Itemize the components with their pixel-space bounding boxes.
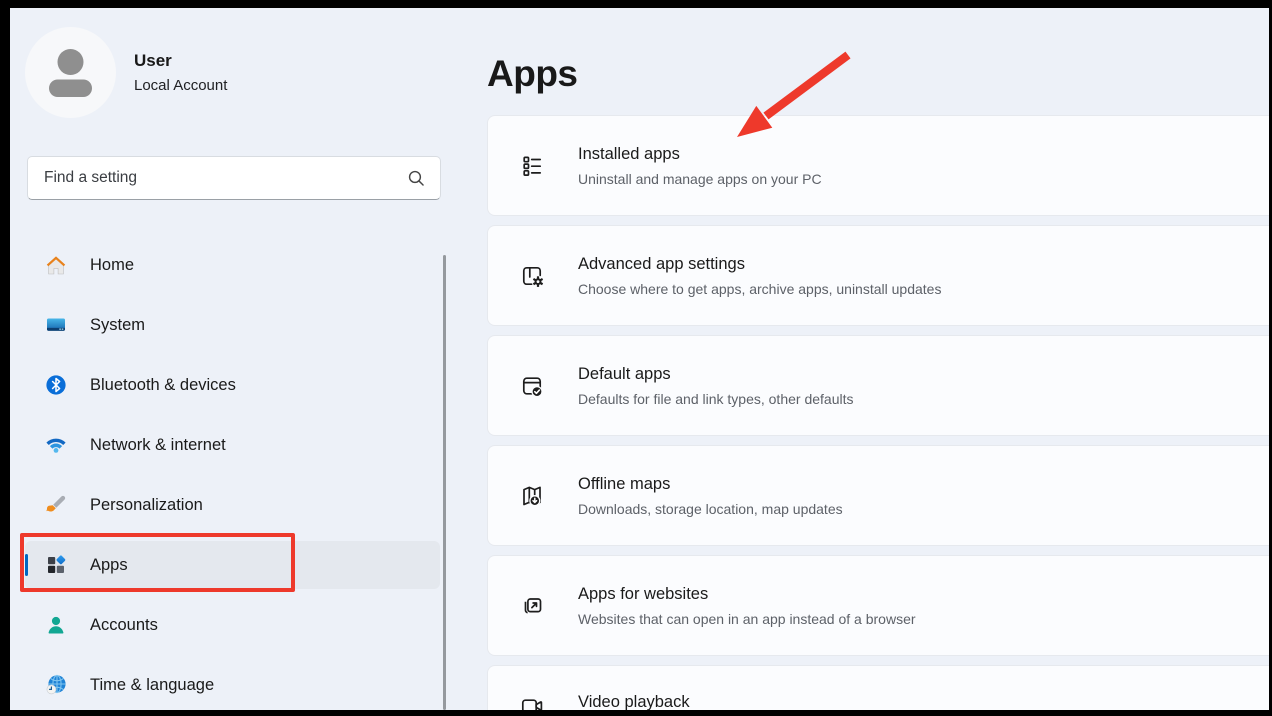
time-language-icon	[44, 673, 68, 697]
card-default-apps[interactable]: Default apps Defaults for file and link …	[487, 335, 1269, 436]
main-content: Apps Installed apps Uninstall and manag	[460, 8, 1269, 710]
sidebar-item-bluetooth-devices[interactable]: Bluetooth & devices	[25, 361, 440, 409]
wifi-icon	[44, 433, 68, 457]
card-title: Default apps	[578, 365, 853, 384]
user-profile: User Local Account	[25, 27, 227, 118]
card-subtitle: Uninstall and manage apps on your PC	[578, 171, 822, 187]
default-apps-icon	[518, 372, 546, 400]
apps-icon	[44, 553, 68, 577]
sidebar-nav: Home System	[25, 241, 440, 710]
sidebar-item-label: Bluetooth & devices	[90, 376, 236, 395]
card-installed-apps[interactable]: Installed apps Uninstall and manage apps…	[487, 115, 1269, 216]
sidebar: User Local Account Home	[10, 8, 460, 710]
sidebar-item-personalization[interactable]: Personalization	[25, 481, 440, 529]
installed-apps-icon	[518, 152, 546, 180]
sidebar-item-label: Accounts	[90, 616, 158, 635]
card-video-playback[interactable]: Video playback	[487, 665, 1269, 710]
card-offline-maps[interactable]: Offline maps Downloads, storage location…	[487, 445, 1269, 546]
home-icon	[44, 253, 68, 277]
search-box	[27, 156, 441, 200]
page-title: Apps	[487, 53, 578, 95]
card-advanced-app-settings[interactable]: Advanced app settings Choose where to ge…	[487, 225, 1269, 326]
settings-window: User Local Account Home	[10, 8, 1269, 710]
user-name: User	[134, 51, 227, 71]
avatar	[25, 27, 116, 118]
card-subtitle: Websites that can open in an app instead…	[578, 611, 916, 627]
account-type: Local Account	[134, 77, 227, 94]
sidebar-item-network-internet[interactable]: Network & internet	[25, 421, 440, 469]
card-subtitle: Defaults for file and link types, other …	[578, 391, 853, 407]
system-icon	[44, 313, 68, 337]
card-subtitle: Downloads, storage location, map updates	[578, 501, 843, 517]
card-title: Installed apps	[578, 145, 822, 164]
search-input[interactable]	[42, 168, 407, 188]
video-playback-icon	[518, 692, 546, 710]
offline-maps-icon	[518, 482, 546, 510]
sidebar-item-label: Home	[90, 256, 134, 275]
screenshot-frame: User Local Account Home	[0, 0, 1272, 716]
sidebar-item-label: Time & language	[90, 676, 214, 695]
sidebar-item-label: System	[90, 316, 145, 335]
card-title: Apps for websites	[578, 585, 916, 604]
search-icon	[407, 169, 426, 188]
accounts-icon	[44, 613, 68, 637]
sidebar-item-accounts[interactable]: Accounts	[25, 601, 440, 649]
settings-card-list: Installed apps Uninstall and manage apps…	[487, 115, 1269, 710]
sidebar-item-label: Personalization	[90, 496, 203, 515]
sidebar-scrollbar[interactable]	[443, 255, 446, 710]
sidebar-item-label: Network & internet	[90, 436, 226, 455]
advanced-app-settings-icon	[518, 262, 546, 290]
sidebar-item-system[interactable]: System	[25, 301, 440, 349]
sidebar-item-home[interactable]: Home	[25, 241, 440, 289]
card-title: Advanced app settings	[578, 255, 941, 274]
paintbrush-icon	[44, 493, 68, 517]
card-subtitle: Choose where to get apps, archive apps, …	[578, 281, 941, 297]
sidebar-item-time-language[interactable]: Time & language	[25, 661, 440, 709]
card-title: Video playback	[578, 693, 690, 710]
apps-for-websites-icon	[518, 592, 546, 620]
sidebar-item-label: Apps	[90, 556, 128, 575]
sidebar-item-apps[interactable]: Apps	[25, 541, 440, 589]
bluetooth-icon	[44, 373, 68, 397]
card-title: Offline maps	[578, 475, 843, 494]
card-apps-for-websites[interactable]: Apps for websites Websites that can open…	[487, 555, 1269, 656]
